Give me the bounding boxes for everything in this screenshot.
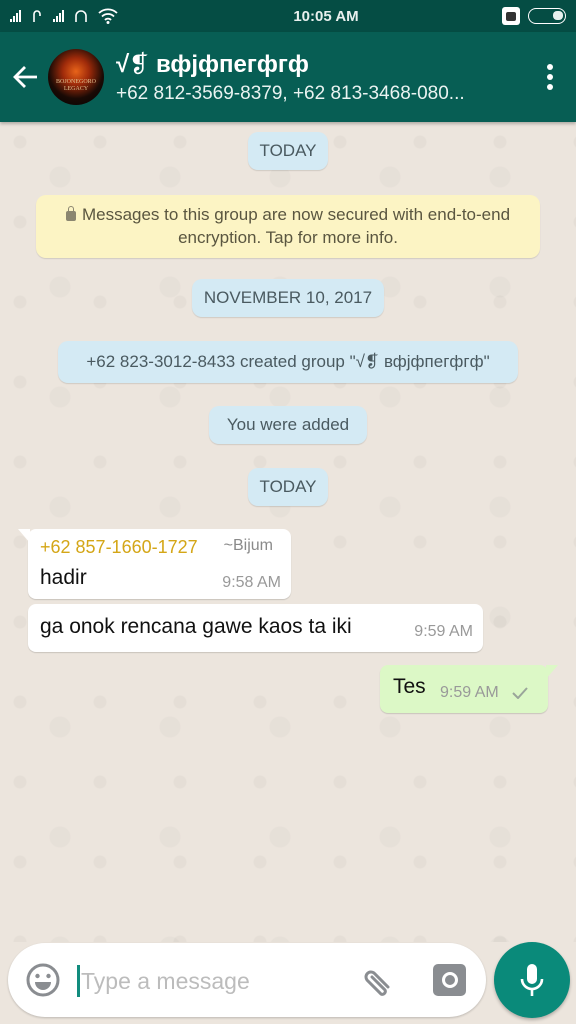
- sent-check-icon: [512, 687, 528, 699]
- voice-record-button[interactable]: [494, 942, 570, 1018]
- paperclip-icon[interactable]: [360, 963, 396, 999]
- message-input[interactable]: [81, 961, 351, 1001]
- message-text: ga onok rencana gawe kaos ta iki: [40, 615, 352, 638]
- wifi-icon: [98, 8, 118, 24]
- mic-icon: [520, 964, 544, 996]
- status-bar: 10:05 AM: [0, 0, 576, 32]
- lock-icon: [65, 206, 76, 221]
- more-options-button[interactable]: [530, 47, 570, 107]
- arrow-left-icon: [13, 66, 37, 88]
- camera-button[interactable]: [433, 964, 466, 996]
- message-time: 9:58 AM: [222, 574, 281, 591]
- signal-icon: [53, 10, 64, 22]
- message-time: 9:59 AM: [414, 623, 473, 640]
- message-time: 9:59 AM: [440, 684, 499, 701]
- group-avatar[interactable]: BOJONEGORO LEGACY: [48, 49, 104, 105]
- group-info[interactable]: √❡ вфјфпегфгф +62 812-3569-8379, +62 813…: [116, 50, 530, 105]
- data-icon: [33, 10, 41, 22]
- message-text: Tes: [393, 675, 426, 698]
- group-title: √❡ вфјфпегфгф: [116, 50, 309, 78]
- text-cursor: [77, 965, 80, 997]
- chat-area[interactable]: TODAY Messages to this group are now sec…: [0, 122, 576, 942]
- encryption-notice[interactable]: Messages to this group are now secured w…: [36, 195, 540, 258]
- battery-icon: [528, 8, 566, 24]
- you-were-added-notice: You were added: [209, 406, 367, 444]
- bbm-icon: [502, 7, 520, 25]
- date-divider: TODAY: [248, 132, 328, 170]
- camera-icon: [441, 972, 458, 988]
- more-vert-icon: [547, 64, 553, 70]
- group-participants: +62 812-3569-8379, +62 813-3468-080...: [116, 82, 465, 104]
- message-bubble-outgoing[interactable]: Tes 9:59 AM: [380, 665, 558, 713]
- sender-name[interactable]: +62 857-1660-1727: [40, 537, 198, 558]
- encryption-text: Messages to this group are now secured w…: [81, 205, 511, 247]
- message-bubble-incoming[interactable]: ga onok rencana gawe kaos ta iki 9:59 AM: [28, 604, 483, 652]
- group-created-notice: +62 823-3012-8433 created group "√❡ вфјф…: [58, 341, 518, 383]
- data-icon: [75, 10, 87, 22]
- emoji-icon[interactable]: [25, 962, 61, 998]
- date-divider: NOVEMBER 10, 2017: [192, 279, 384, 317]
- back-button[interactable]: [4, 47, 48, 107]
- date-divider: TODAY: [248, 468, 328, 506]
- clock: 10:05 AM: [293, 7, 359, 25]
- message-text: hadir: [40, 566, 87, 589]
- avatar-text: BOJONEGORO LEGACY: [55, 79, 96, 92]
- compose-bar: [8, 943, 486, 1017]
- message-bubble-incoming[interactable]: +62 857-1660-1727 ~Bijum hadir 9:58 AM: [18, 529, 291, 599]
- chat-header: BOJONEGORO LEGACY √❡ вфјфпегфгф +62 812-…: [0, 32, 576, 122]
- signal-icon: [10, 10, 21, 22]
- sender-alias: ~Bijum: [223, 537, 273, 554]
